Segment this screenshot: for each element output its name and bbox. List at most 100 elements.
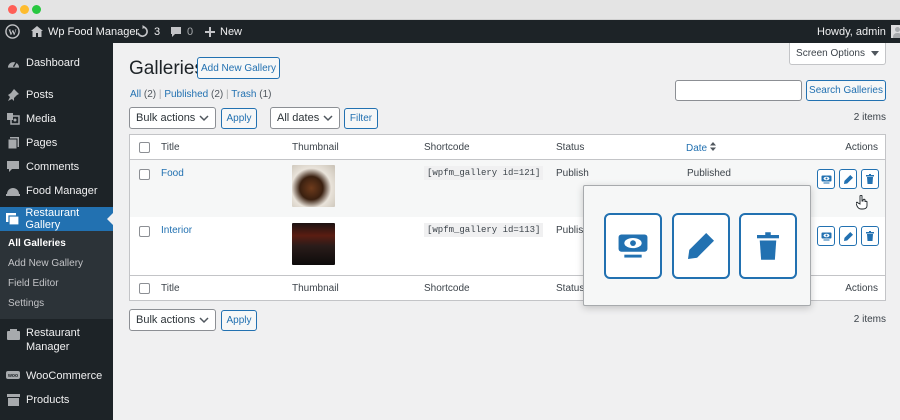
view-gallery-button[interactable]	[817, 169, 835, 189]
add-new-gallery-button[interactable]: Add New Gallery	[197, 57, 280, 79]
status-filter-links: All (2) | Published (2) | Trash (1)	[130, 89, 271, 100]
interior-thumbnail-image	[292, 223, 335, 265]
row-title-link[interactable]: Food	[161, 168, 184, 179]
view-gallery-button-large[interactable]	[604, 213, 662, 279]
search-input[interactable]	[675, 80, 802, 101]
pencil-icon	[843, 231, 853, 241]
pencil-icon	[843, 174, 853, 184]
sidebar-item-label: Posts	[26, 89, 54, 101]
comment-icon	[6, 161, 20, 173]
minimize-window-button[interactable]	[20, 5, 29, 14]
sidebar-item-products[interactable]: Products	[0, 394, 113, 406]
admin-sidebar: Dashboard Posts Media Pages Comments Foo…	[0, 43, 113, 420]
sidebar-item-media[interactable]: Media	[0, 113, 113, 125]
column-date-sortable[interactable]: Date	[686, 142, 716, 154]
apply-button[interactable]: Apply	[221, 108, 257, 129]
column-thumbnail: Thumbnail	[292, 283, 339, 294]
close-window-button[interactable]	[8, 5, 17, 14]
sidebar-item-label: WooCommerce	[26, 370, 103, 382]
caret-down-icon	[870, 51, 879, 56]
sidebar-item-woocommerce[interactable]: woo WooCommerce	[0, 370, 113, 382]
items-count-bottom: 2 items	[853, 314, 886, 325]
select-all-checkbox-footer[interactable]	[139, 283, 150, 294]
sidebar-item-restaurant-manager[interactable]: Restaurant Manager	[0, 326, 113, 354]
row-shortcode: [wpfm_gallery id=121]	[424, 166, 544, 180]
filter-published-link[interactable]: Published (2)	[164, 89, 223, 100]
filter-all-link[interactable]: All (2)	[130, 89, 156, 100]
sidebar-item-dashboard[interactable]: Dashboard	[0, 57, 113, 69]
row-date-status: Published	[687, 168, 731, 179]
chevron-down-icon	[323, 115, 333, 122]
chevron-down-icon	[199, 317, 209, 324]
column-thumbnail: Thumbnail	[292, 142, 339, 153]
products-icon	[6, 394, 20, 406]
edit-gallery-button-large[interactable]	[672, 213, 730, 279]
submenu-add-new-gallery[interactable]: Add New Gallery	[8, 258, 83, 269]
sidebar-item-label: Products	[26, 394, 70, 406]
plus-icon	[205, 26, 215, 37]
new-label: New	[220, 25, 243, 38]
filter-button[interactable]: Filter	[344, 108, 378, 129]
sidebar-item-food-manager[interactable]: Food Manager	[0, 185, 113, 197]
trash-icon	[866, 231, 874, 241]
bulk-actions-value: Bulk actions	[136, 112, 196, 124]
view-gallery-button[interactable]	[817, 226, 835, 246]
search-galleries-button[interactable]: Search Galleries	[806, 80, 886, 101]
comments-count: 0	[187, 25, 194, 38]
account-menu[interactable]: Howdy, admin	[817, 20, 900, 43]
screen-options-button[interactable]: Screen Options	[789, 43, 886, 65]
restaurant-manager-label: Restaurant Manager	[26, 326, 80, 354]
sidebar-item-label: Food Manager	[26, 185, 98, 197]
wordpress-logo-icon[interactable]: W	[5, 20, 20, 43]
screen-options-label: Screen Options	[796, 48, 865, 59]
pin-icon	[6, 89, 20, 101]
dashboard-icon	[6, 58, 20, 69]
filter-trash-link[interactable]: Trash (1)	[231, 89, 271, 100]
media-icon	[6, 113, 20, 125]
window-chrome	[0, 0, 900, 20]
row-title-link[interactable]: Interior	[161, 225, 192, 236]
gallery-icon	[6, 213, 20, 225]
avatar	[890, 25, 900, 38]
new-content-link[interactable]: New	[205, 20, 242, 43]
row-shortcode: [wpfm_gallery id=113]	[424, 223, 544, 237]
row-checkbox[interactable]	[139, 169, 150, 180]
submenu-settings[interactable]: Settings	[8, 298, 44, 309]
sort-icon	[709, 142, 716, 151]
delete-gallery-button-large[interactable]	[739, 213, 797, 279]
dates-select[interactable]: All dates	[270, 107, 340, 129]
submenu-field-editor[interactable]: Field Editor	[8, 278, 59, 289]
sidebar-item-label: Restaurant Gallery	[25, 207, 80, 231]
sidebar-item-comments[interactable]: Comments	[0, 161, 113, 173]
home-icon	[31, 26, 43, 37]
sidebar-item-posts[interactable]: Posts	[0, 89, 113, 101]
edit-gallery-button[interactable]	[839, 226, 857, 246]
updates-link[interactable]: 3	[136, 20, 160, 43]
pages-icon	[6, 137, 20, 149]
maximize-window-button[interactable]	[32, 5, 41, 14]
chevron-down-icon	[199, 115, 209, 122]
bulk-actions-select-bottom[interactable]: Bulk actions	[129, 309, 216, 331]
column-date-label: Date	[686, 143, 708, 154]
delete-gallery-button[interactable]	[861, 226, 879, 246]
pencil-icon	[688, 233, 714, 259]
bulk-actions-select[interactable]: Bulk actions	[129, 107, 216, 129]
sidebar-item-restaurant-gallery[interactable]: Restaurant Gallery	[0, 207, 113, 231]
comments-link[interactable]: 0	[170, 20, 193, 43]
sidebar-item-pages[interactable]: Pages	[0, 137, 113, 149]
select-all-checkbox[interactable]	[139, 142, 150, 153]
updates-count: 3	[154, 25, 161, 38]
page-title: Galleries	[129, 58, 204, 79]
site-name-link[interactable]: Wp Food Manager	[31, 20, 139, 43]
filter-published-count: (2)	[211, 89, 224, 100]
trash-icon	[866, 174, 874, 184]
items-count: 2 items	[853, 112, 886, 123]
woo-icon: woo	[6, 371, 20, 381]
edit-gallery-button[interactable]	[839, 169, 857, 189]
site-name: Wp Food Manager	[48, 25, 140, 38]
submenu-all-galleries[interactable]: All Galleries	[8, 238, 66, 249]
delete-gallery-button[interactable]	[861, 169, 879, 189]
apply-button-bottom[interactable]: Apply	[221, 310, 257, 331]
column-shortcode: Shortcode	[424, 142, 470, 153]
row-checkbox[interactable]	[139, 226, 150, 237]
